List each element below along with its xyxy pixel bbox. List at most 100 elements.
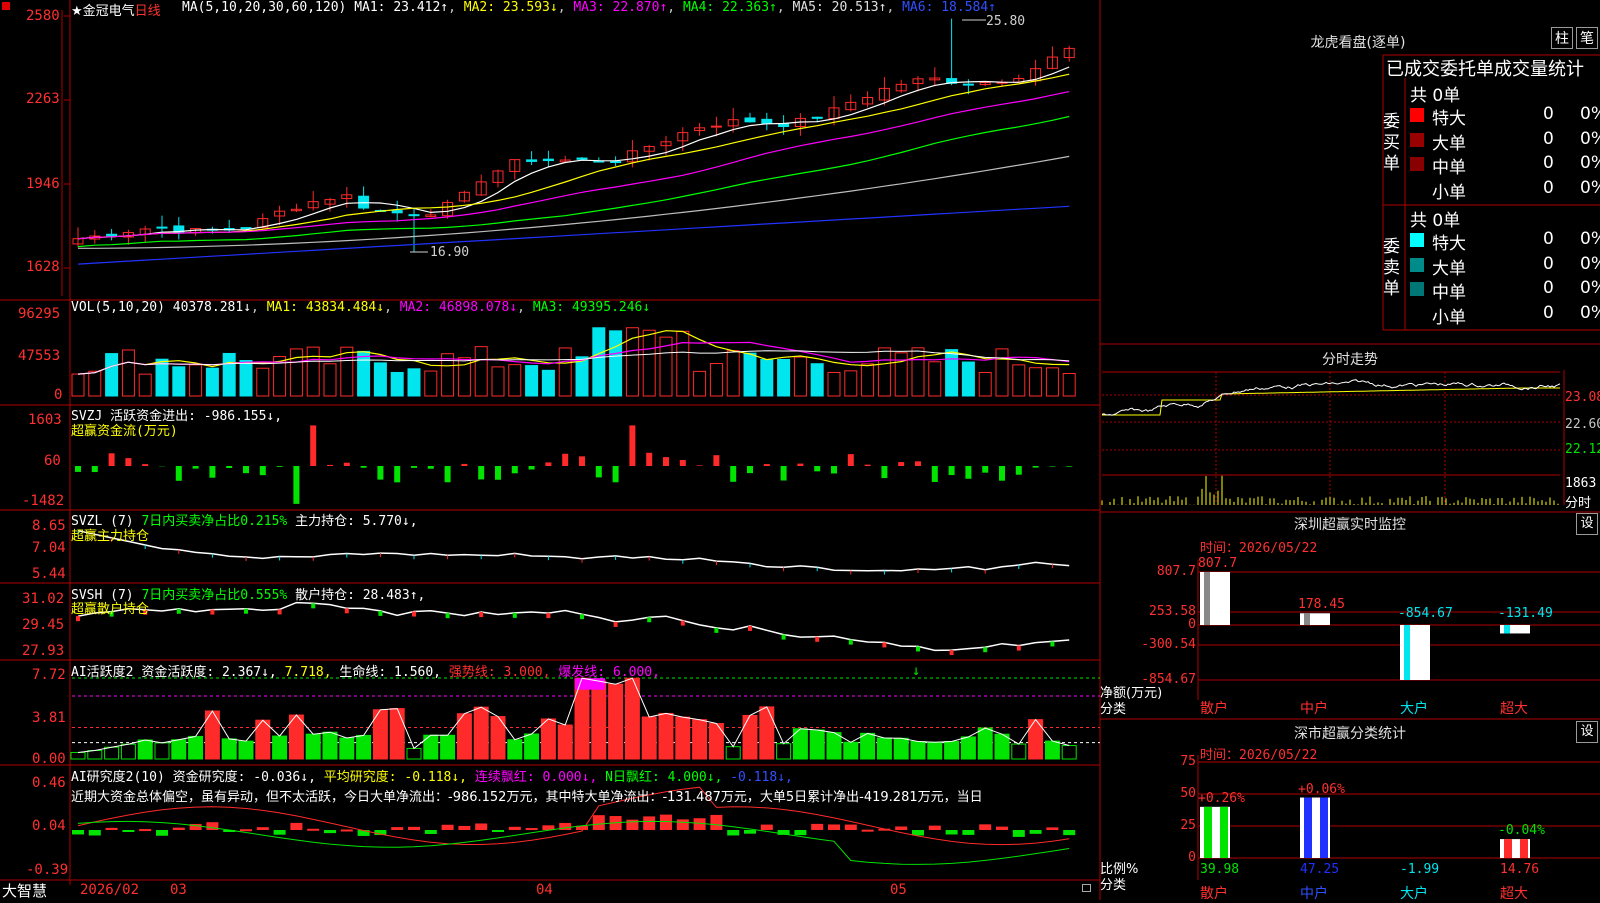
money-flow-bar bbox=[109, 453, 115, 466]
order-count: 0 bbox=[1543, 153, 1554, 173]
jk-category-label: 散户 bbox=[1200, 698, 1228, 718]
money-flow-bar bbox=[176, 466, 182, 481]
order-size-name: 小单 bbox=[1432, 303, 1466, 328]
favorite-star-icon[interactable]: ★ bbox=[71, 4, 83, 19]
sell-total: 共 0单 bbox=[1410, 206, 1460, 231]
order-count: 0 bbox=[1543, 104, 1554, 124]
activity-bar bbox=[609, 684, 623, 759]
tick-view-button[interactable]: 笔 bbox=[1576, 27, 1598, 49]
research-bar bbox=[828, 824, 840, 830]
svzj-subtitle: 超赢资金流(万元) bbox=[71, 420, 178, 439]
order-size-name: 中单 bbox=[1432, 153, 1466, 178]
candle-body bbox=[577, 158, 587, 159]
ai1-burstline: 爆发线: 6.000, bbox=[558, 665, 660, 680]
tab-orders[interactable]: 委托单 bbox=[1440, 59, 1494, 80]
volume-bar bbox=[391, 372, 403, 396]
ai2-header: AI研究度2(10) bbox=[71, 770, 165, 785]
money-flow-bar bbox=[915, 461, 921, 466]
money-flow-bar bbox=[848, 454, 854, 466]
research-bar bbox=[458, 826, 470, 830]
legend-swatch-icon bbox=[1410, 282, 1424, 296]
money-flow-bar bbox=[697, 465, 703, 466]
money-flow-bar bbox=[260, 466, 266, 475]
volume-bar bbox=[710, 364, 722, 396]
brand-logo[interactable]: 大智慧 bbox=[2, 880, 47, 901]
money-flow-bar bbox=[445, 466, 451, 482]
research-bar bbox=[206, 822, 218, 830]
order-count: 0 bbox=[1543, 229, 1554, 249]
order-percent: 0% bbox=[1580, 303, 1600, 323]
candle-body bbox=[409, 215, 419, 216]
legend-swatch-icon bbox=[1410, 258, 1424, 272]
svsh-marker bbox=[782, 635, 786, 640]
activity-bar bbox=[541, 719, 555, 759]
tab-volume[interactable]: 成交量 bbox=[1494, 59, 1548, 80]
research-bar bbox=[660, 815, 672, 830]
money-flow-bar bbox=[831, 466, 837, 473]
ma1-value: MA1: 23.412↑ bbox=[354, 0, 448, 15]
volume-bar bbox=[542, 370, 554, 396]
research-line-green bbox=[78, 821, 1069, 864]
jk-category-label: 超大 bbox=[1500, 698, 1528, 718]
date-axis-label: 04 bbox=[536, 882, 553, 898]
order-percent: 0% bbox=[1580, 254, 1600, 274]
volume-bar bbox=[929, 362, 941, 396]
chart-canvas[interactable]: ↓ bbox=[0, 0, 1600, 900]
order-count: 0 bbox=[1543, 178, 1554, 198]
research-bar bbox=[643, 816, 655, 830]
money-flow-bar bbox=[125, 458, 131, 466]
period-label[interactable]: 日线 bbox=[135, 4, 161, 19]
tab-filled[interactable]: 已成交 bbox=[1386, 59, 1440, 80]
research-bar bbox=[794, 830, 806, 835]
order-percent: 0% bbox=[1580, 178, 1600, 198]
fl-date: 时间：2026/05/22 bbox=[1200, 744, 1317, 763]
activity-bar bbox=[659, 713, 673, 759]
volume-bar bbox=[106, 354, 118, 396]
svsh-marker bbox=[345, 608, 349, 613]
research-bar bbox=[122, 830, 134, 832]
svsh-value1: 0.555% bbox=[240, 588, 287, 603]
fl-category-label: 超大 bbox=[1500, 883, 1528, 903]
jk-settings-button[interactable]: 设 bbox=[1576, 513, 1598, 535]
bar-view-button[interactable]: 柱 bbox=[1551, 27, 1573, 49]
fs-vol-tick: 1863 bbox=[1565, 476, 1596, 491]
sell-order-row: 小单00% bbox=[1408, 303, 1600, 325]
volume-bar bbox=[727, 351, 739, 396]
volume-bar bbox=[744, 353, 756, 396]
volume-bar bbox=[962, 362, 974, 396]
lhb-title: 龙虎看盘(逐单) bbox=[1258, 32, 1458, 52]
money-flow-bar bbox=[781, 466, 787, 480]
menu-icon[interactable] bbox=[2, 2, 10, 10]
research-bar bbox=[996, 827, 1008, 830]
volume-bar bbox=[307, 347, 319, 396]
fl-settings-button[interactable]: 设 bbox=[1576, 721, 1598, 743]
vol-tick: 47553 bbox=[18, 348, 60, 364]
volume-bar bbox=[979, 372, 991, 396]
tab-stats[interactable]: 统计 bbox=[1548, 59, 1584, 80]
ai2-tick: -0.39 bbox=[26, 862, 68, 878]
money-flow-bar bbox=[713, 455, 719, 466]
fl-value-label: 14.76 bbox=[1500, 862, 1539, 877]
lock-icon[interactable] bbox=[1082, 884, 1091, 892]
activity-bar bbox=[71, 752, 85, 759]
research-bar bbox=[929, 826, 941, 830]
candle-body bbox=[611, 162, 621, 163]
buy-total: 共 0单 bbox=[1410, 81, 1460, 106]
ma3-line bbox=[78, 92, 1069, 239]
money-flow-bar bbox=[327, 465, 333, 466]
sell-side-label: 委卖单 bbox=[1383, 237, 1401, 300]
ai2-extra: -0.118↓, bbox=[730, 770, 793, 785]
activity-bar bbox=[676, 717, 690, 759]
volume-bar bbox=[559, 348, 571, 396]
volume-bar bbox=[257, 368, 269, 396]
ai2-average: 平均研究度: -0.118↓, bbox=[324, 770, 467, 785]
buy-side-label: 委买单 bbox=[1383, 112, 1401, 175]
ai2-red-streak: 连续飘红: 0.000↓, bbox=[475, 770, 597, 785]
stock-name[interactable]: 金冠电气 bbox=[83, 4, 135, 19]
svzj-value: -986.155↓, bbox=[204, 409, 282, 424]
svzl-tick: 7.04 bbox=[32, 540, 66, 556]
activity-bar bbox=[1062, 746, 1076, 759]
money-flow-bar bbox=[193, 466, 199, 469]
volume-bar bbox=[794, 357, 806, 396]
volume-bar bbox=[895, 353, 907, 396]
